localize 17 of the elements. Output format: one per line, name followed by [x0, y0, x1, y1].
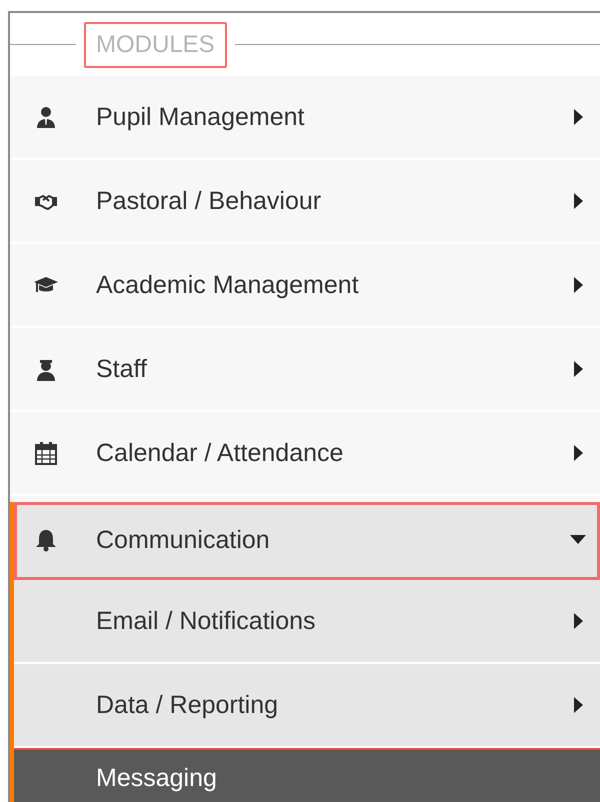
- caret-right-icon: [574, 613, 584, 629]
- caret-right-icon: [574, 697, 584, 713]
- submenu-item[interactable]: Messaging: [14, 748, 600, 802]
- caret-down-icon: [570, 535, 586, 545]
- calendar-icon: [34, 441, 58, 465]
- caret-right-icon: [574, 361, 584, 377]
- caret-right-icon: [574, 445, 584, 461]
- submenu-item[interactable]: Email / Notifications: [14, 580, 600, 664]
- caret-right-icon: [574, 193, 584, 209]
- caret-right-icon: [574, 277, 584, 293]
- submenu-item[interactable]: Data / Reporting: [14, 664, 600, 748]
- person-icon: [34, 357, 58, 381]
- caret-right-icon: [574, 109, 584, 125]
- menu-item[interactable]: Communication: [14, 502, 600, 580]
- bell-icon: [34, 528, 58, 552]
- user-icon: [34, 105, 58, 129]
- section-heading: MODULES: [84, 22, 227, 68]
